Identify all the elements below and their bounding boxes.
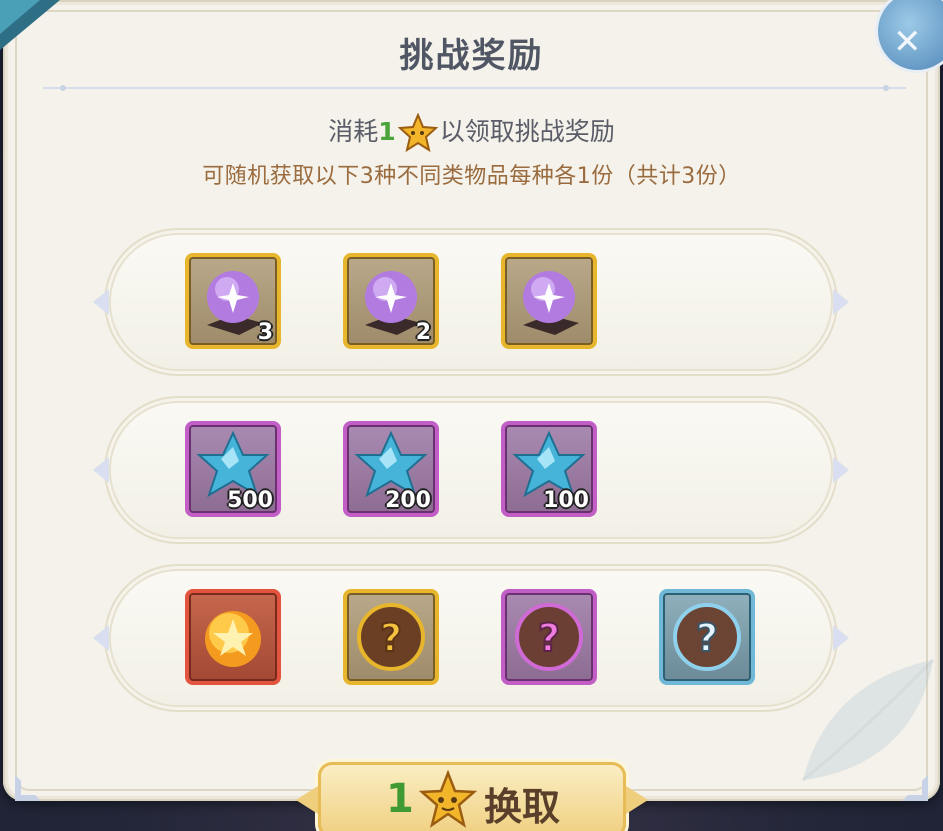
arrow-left-icon: [93, 289, 109, 315]
mystery-question-gold-icon: ?: [357, 603, 425, 671]
svg-text:?: ?: [380, 616, 402, 660]
reward-item[interactable]: [501, 253, 597, 349]
star-token-icon: [418, 770, 478, 828]
svg-text:?: ?: [538, 616, 560, 660]
item-quantity: 100: [543, 488, 589, 513]
reward-row-3: ? ? ?: [93, 571, 849, 705]
exchange-cost-amount: 1: [386, 776, 414, 822]
corner-ribbon-icon: [0, 0, 60, 50]
reward-dialog: 挑战奖励 消耗1 以领取挑战奖励 可随机获取以下3种不同类物品每种各1份（共计3…: [3, 0, 940, 801]
reward-item[interactable]: ?: [501, 589, 597, 685]
reward-item[interactable]: 3: [185, 253, 281, 349]
cost-amount: 1: [378, 117, 396, 146]
reward-item[interactable]: ?: [343, 589, 439, 685]
star-token-icon: [397, 113, 438, 153]
corner-ornament-icon: [15, 775, 41, 801]
reward-item[interactable]: 100: [501, 421, 597, 517]
svg-text:?: ?: [696, 616, 718, 660]
mystery-question-purple-icon: ?: [515, 603, 583, 671]
reward-item[interactable]: 200: [343, 421, 439, 517]
reward-item[interactable]: 500: [185, 421, 281, 517]
close-icon: ✕: [893, 22, 922, 62]
reward-row-1: 3 2: [93, 235, 849, 369]
exchange-button[interactable]: 1 换取: [296, 762, 648, 831]
arrow-right-icon: [833, 289, 849, 315]
arrow-left-icon: [93, 625, 109, 651]
cost-prefix: 消耗: [328, 117, 379, 146]
button-wing-right: [626, 786, 648, 814]
reward-item[interactable]: [185, 589, 281, 685]
item-quantity: 2: [415, 320, 431, 345]
button-wing-left: [296, 786, 318, 814]
arrow-left-icon: [93, 457, 109, 483]
mystery-question-blue-icon: ?: [673, 603, 741, 671]
cost-suffix: 以领取挑战奖励: [439, 117, 615, 146]
game-scene: 挑战奖励 消耗1 以领取挑战奖励 可随机获取以下3种不同类物品每种各1份（共计3…: [0, 0, 943, 831]
golden-star-orb-icon: [205, 611, 261, 667]
item-quantity: 200: [385, 488, 431, 513]
item-quantity: 3: [257, 320, 273, 345]
reward-row-2: 500 200 100: [93, 403, 849, 537]
purple-crystal-orb-icon: [523, 271, 579, 335]
item-quantity: 500: [227, 488, 273, 513]
title-divider: [43, 85, 906, 91]
exchange-label: 换取: [484, 785, 561, 829]
reward-subtitle: 可随机获取以下3种不同类物品每种各1份（共计3份）: [202, 164, 741, 189]
arrow-right-icon: [833, 457, 849, 483]
corner-ornament-icon: [902, 775, 928, 801]
reward-item[interactable]: 2: [343, 253, 439, 349]
dialog-title: 挑战奖励: [399, 36, 544, 76]
cost-description: 消耗1 以领取挑战奖励: [3, 110, 940, 154]
reward-item[interactable]: ?: [659, 589, 755, 685]
